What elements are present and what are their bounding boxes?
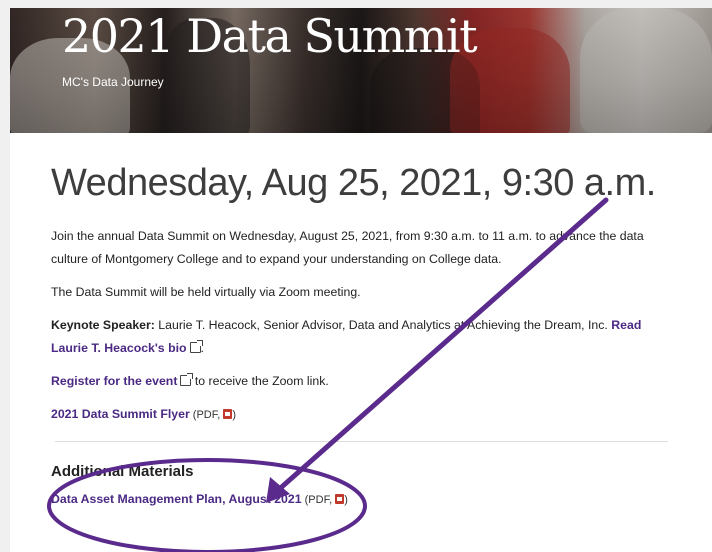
zoom-paragraph: The Data Summit will be held virtually v… — [51, 285, 361, 299]
flyer-paragraph: 2021 Data Summit Flyer (PDF, ) — [51, 403, 671, 427]
page-title: 2021 Data Summit — [62, 9, 478, 63]
register-paragraph: Register for the event to receive the Zo… — [51, 370, 671, 393]
page-subtitle: MC's Data Journey — [62, 75, 164, 89]
event-date-heading: Wednesday, Aug 25, 2021, 9:30 a.m. — [51, 162, 656, 204]
keynote-text: Laurie T. Heacock, Senior Advisor, Data … — [154, 318, 612, 332]
external-link-icon — [180, 373, 194, 386]
flyer-meta: (PDF, — [189, 409, 224, 421]
hero-banner: 2021 Data Summit MC's Data Journey — [10, 8, 712, 133]
main-content: Wednesday, Aug 25, 2021, 9:30 a.m. Join … — [51, 160, 671, 512]
flyer-meta-close: ) — [232, 409, 237, 421]
keynote-label: Keynote Speaker: — [51, 318, 155, 332]
section-divider — [54, 441, 668, 442]
additional-item: Data Asset Management Plan, August 2021 … — [51, 488, 671, 512]
pdf-icon — [335, 494, 345, 504]
register-text: to receive the Zoom link. — [191, 374, 329, 388]
keynote-paragraph: Keynote Speaker: Laurie T. Heacock, Seni… — [51, 314, 671, 360]
additional-materials-heading: Additional Materials — [51, 463, 194, 480]
flyer-link[interactable]: 2021 Data Summit Flyer — [51, 407, 190, 421]
data-asset-plan-link[interactable]: Data Asset Management Plan, August 2021 — [51, 492, 302, 506]
additional-item-meta: (PDF, — [301, 494, 336, 506]
additional-item-meta-close: ) — [344, 494, 348, 506]
pdf-icon — [223, 409, 233, 419]
external-link-icon — [189, 340, 203, 353]
intro-paragraph: Join the annual Data Summit on Wednesday… — [51, 229, 644, 266]
register-link[interactable]: Register for the event — [51, 374, 177, 388]
